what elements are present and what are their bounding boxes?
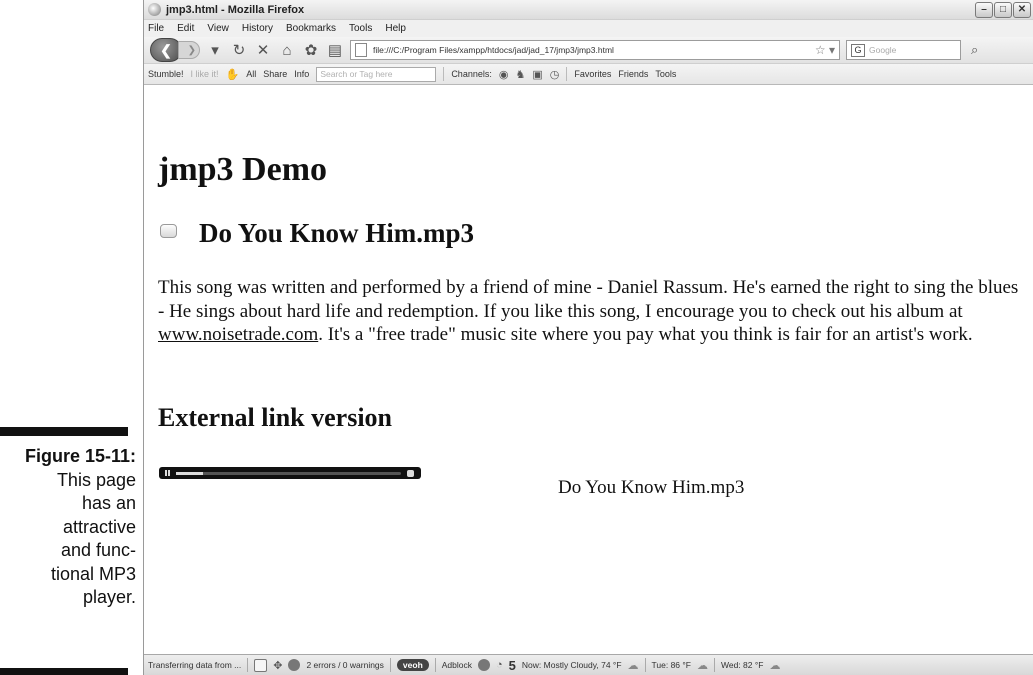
channel-icon[interactable]: ♞ [515, 68, 525, 81]
menu-edit[interactable]: Edit [177, 23, 194, 34]
weather-wed: Wed: 82 °F [720, 660, 764, 670]
menu-help[interactable]: Help [385, 23, 406, 34]
play-icon[interactable] [160, 223, 177, 238]
reload-icon[interactable]: ↻ [230, 41, 248, 59]
window-title: jmp3.html - Mozilla Firefox [166, 3, 305, 16]
search-placeholder: Google [869, 45, 897, 55]
adblock-button[interactable]: Adblock [442, 660, 472, 670]
like-button[interactable]: I like it! [191, 69, 219, 79]
share-button[interactable]: Share [263, 69, 287, 79]
mp3-player[interactable] [159, 467, 421, 479]
stumble-icon[interactable]: ✿ [302, 41, 320, 59]
page-title: jmp3 Demo [158, 151, 328, 188]
caption-line: and func- [60, 540, 136, 560]
menu-tools[interactable]: Tools [349, 23, 372, 34]
error-count[interactable]: 2 errors / 0 warnings [306, 660, 383, 670]
clock-icon[interactable]: ◔ [496, 659, 503, 671]
history-dropdown-icon[interactable]: ▾ [206, 41, 224, 59]
status-circle-icon[interactable] [478, 659, 491, 671]
minimize-button[interactable]: – [975, 2, 993, 18]
toolbar-divider [443, 67, 445, 81]
status-divider [247, 658, 249, 672]
caption-line: tional MP3 [50, 563, 136, 584]
weather-now: Now: Mostly Cloudy, 74 °F [521, 660, 622, 670]
veoh-button[interactable]: veoh [396, 659, 429, 671]
song-title: Do You Know Him.mp3 [199, 218, 475, 248]
extension-icon[interactable]: ✥ [273, 659, 282, 672]
status-divider [389, 658, 391, 672]
title-bar: jmp3.html - Mozilla Firefox – □ ✕ [144, 0, 1033, 20]
tag-search-input[interactable]: Search or Tag here [316, 66, 437, 82]
status-divider [713, 658, 715, 672]
external-song-title: Do You Know Him.mp3 [558, 477, 745, 498]
figure-caption: Figure 15-11: This page has an attractiv… [0, 445, 136, 610]
figure-number: Figure 15-11: [24, 446, 136, 466]
status-count[interactable]: 5 [509, 658, 516, 673]
weather-tue: Tue: 86 °F [651, 660, 691, 670]
bookmark-panel-icon[interactable]: ▤ [326, 41, 344, 59]
page-content: jmp3 Demo Do You Know Him.mp3 This song … [144, 86, 1032, 654]
url-bar[interactable]: file:///C:/Program Files/xampp/htdocs/ja… [350, 40, 840, 60]
menu-bookmarks[interactable]: Bookmarks [286, 23, 336, 34]
description-text: . It's a "free trade" music site where y… [318, 324, 973, 345]
description-text: This song was written and performed by a… [158, 277, 1019, 322]
close-button[interactable]: ✕ [1013, 2, 1031, 18]
favorites-button[interactable]: Favorites [574, 69, 611, 79]
caption-line: attractive [62, 516, 136, 537]
progress-track[interactable] [176, 471, 401, 475]
cloud-icon: ☁ [769, 659, 781, 672]
channel-icon[interactable]: ◉ [499, 68, 509, 81]
error-icon[interactable] [288, 659, 301, 671]
bookmark-star-icon[interactable]: ☆ ▾ [815, 43, 839, 57]
search-box[interactable]: G Google [846, 40, 961, 60]
friends-button[interactable]: Friends [618, 69, 648, 79]
status-bar: Transferring data from ... ✥ 2 errors / … [144, 654, 1033, 675]
home-icon[interactable]: ⌂ [278, 42, 296, 59]
volume-icon[interactable] [407, 469, 414, 477]
toolbar-divider [566, 67, 568, 81]
forward-button[interactable]: ❯ [178, 41, 200, 59]
channel-icon[interactable]: ◷ [550, 68, 560, 81]
firefox-icon [148, 3, 161, 16]
all-dropdown[interactable]: All [246, 69, 256, 79]
status-transfer: Transferring data from ... [148, 660, 242, 670]
caption-bottom-rule [0, 668, 128, 675]
status-divider [644, 658, 646, 672]
menu-file[interactable]: File [148, 23, 164, 34]
cloud-icon: ☁ [696, 659, 708, 672]
cloud-icon: ☁ [627, 659, 639, 672]
external-link-heading: External link version [158, 403, 393, 432]
tools-button[interactable]: Tools [655, 69, 676, 79]
window-controls: – □ ✕ [975, 2, 1031, 18]
noisetrade-link[interactable]: www.noisetrade.com [158, 324, 318, 345]
page-icon [355, 43, 367, 57]
caption-top-rule [0, 427, 128, 436]
google-icon: G [851, 43, 865, 57]
maximize-button[interactable]: □ [994, 2, 1012, 18]
info-button[interactable]: Info [294, 69, 309, 79]
channel-icon[interactable]: ▣ [532, 68, 542, 81]
browser-window: jmp3.html - Mozilla Firefox – □ ✕ File E… [143, 0, 1033, 675]
url-text: file:///C:/Program Files/xampp/htdocs/ja… [373, 45, 614, 55]
menu-bar: File Edit View History Bookmarks Tools H… [144, 20, 1033, 37]
search-go-icon[interactable]: ⌕ [971, 42, 978, 58]
menu-view[interactable]: View [207, 23, 229, 34]
navigation-toolbar: ❮ ❯ ▾ ↻ ✕ ⌂ ✿ ▤ file:///C:/Program Files… [144, 37, 1033, 64]
stop-icon[interactable]: ✕ [254, 41, 272, 59]
dislike-icon[interactable]: ✋ [226, 68, 240, 81]
song-description: This song was written and performed by a… [158, 276, 1028, 347]
extension-icon[interactable] [254, 658, 268, 672]
menu-history[interactable]: History [242, 23, 273, 34]
stumbleupon-toolbar: Stumble! I like it! ✋ All Share Info Sea… [144, 64, 1033, 85]
progress-fill [176, 471, 203, 475]
song-row: Do You Know Him.mp3 [160, 218, 474, 249]
pause-icon[interactable] [165, 470, 170, 476]
caption-line: This page [56, 469, 136, 490]
stumble-button[interactable]: Stumble! [148, 69, 184, 79]
status-divider [434, 658, 436, 672]
caption-line: has an [81, 493, 136, 513]
channels-label: Channels: [451, 69, 492, 79]
caption-line: player. [82, 587, 136, 607]
